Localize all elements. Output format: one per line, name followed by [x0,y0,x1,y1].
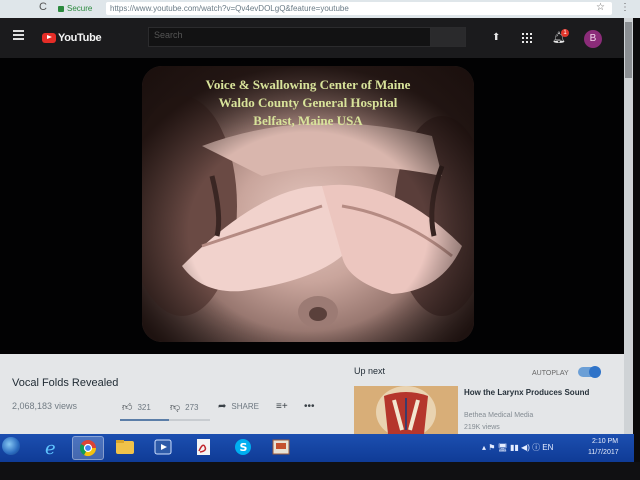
start-button[interactable] [2,437,20,455]
share-label: SHARE [231,402,259,411]
thumbs-up-icon: 👍︎ [122,402,133,413]
reload-icon[interactable]: C [39,1,47,13]
upload-icon[interactable]: ⬆ [492,32,500,43]
taskbar-skype[interactable]: S [228,436,258,458]
video-title: Vocal Folds Revealed [12,377,119,389]
svg-text:e: e [45,438,56,458]
folder-icon [116,440,134,454]
lock-icon [58,5,64,12]
search-button[interactable] [430,27,466,47]
secure-badge[interactable]: Secure [58,4,92,13]
up-next-heading: Up next [354,366,386,376]
secure-label: Secure [67,4,93,13]
autoplay-toggle[interactable] [578,366,601,378]
recommended-video-thumbnail[interactable] [354,386,458,436]
clock-time[interactable]: 2:10 PM [592,438,618,445]
overlay-line: Belfast, Maine USA [253,113,363,128]
screen-border [0,462,640,480]
taskbar-file-explorer[interactable] [110,436,140,458]
playlist-add-icon: ≡+ [276,401,288,412]
notification-count-badge: 1 [561,29,569,37]
like-button[interactable]: 👍︎ 321 [122,401,151,413]
more-actions-button[interactable]: ••• [304,401,320,412]
apps-grid-icon[interactable] [522,33,532,43]
account-avatar[interactable]: B [584,30,602,48]
share-arrow-icon: ➦ [218,401,227,412]
dislike-button[interactable]: 👎︎ 273 [170,401,199,413]
more-dots-icon: ••• [304,401,315,412]
taskbar-media-player[interactable] [148,436,178,458]
youtube-logo-text: YouTube [58,31,102,44]
page-scrollbar-thumb[interactable] [625,22,632,78]
taskbar-pdf-reader[interactable] [188,436,218,458]
share-button[interactable]: ➦ SHARE [218,401,259,412]
page-scrollbar[interactable] [624,18,633,434]
taskbar-chrome[interactable] [72,436,104,460]
video-overlay-caption: Voice & Swallowing Center of Maine Waldo… [142,76,474,130]
clock-date[interactable]: 11/7/2017 [588,449,619,456]
url-text[interactable]: https://www.youtube.com/watch?v=Qv4evDOL… [110,4,349,13]
taskbar-app[interactable] [266,436,296,458]
pdf-icon [197,439,210,455]
media-player-icon [154,439,172,455]
youtube-play-logo-icon [42,32,56,43]
like-count: 321 [137,403,151,412]
bookmark-star-icon[interactable]: ☆ [596,2,605,13]
like-ratio-fill [120,419,169,421]
overlay-line: Waldo County General Hospital [218,95,398,110]
search-input[interactable]: Search [154,30,183,40]
youtube-logo[interactable]: YouTube [42,29,102,47]
recommended-video-channel[interactable]: Bethea Medical Media [464,412,533,419]
system-tray-icons[interactable]: ▴ ⚑ 🖥︎ ▮▮ ◀︎) ⓘ EN [482,442,553,453]
chrome-icon [79,440,97,457]
recommended-video-views: 219K views [464,424,500,431]
taskbar-internet-explorer[interactable]: e [36,436,66,459]
app-window-icon [272,439,290,455]
skype-icon: S [235,439,251,455]
internet-explorer-icon: e [45,438,56,459]
search-box[interactable] [148,27,432,47]
thumbs-down-icon: 👎︎ [170,402,181,413]
browser-menu-icon[interactable]: ⋮ [620,2,630,13]
dislike-count: 273 [185,403,199,412]
overlay-line: Voice & Swallowing Center of Maine [205,77,411,92]
add-to-playlist-button[interactable]: ≡+ [276,401,293,412]
autoplay-label: AUTOPLAY [532,370,569,377]
recommended-video-title[interactable]: How the Larynx Produces Sound [464,388,614,398]
hamburger-menu-icon[interactable] [13,30,24,42]
larynx-anatomy-thumbnail [354,386,458,436]
svg-text:S: S [240,441,248,454]
view-count: 2,068,183 views [12,401,78,411]
